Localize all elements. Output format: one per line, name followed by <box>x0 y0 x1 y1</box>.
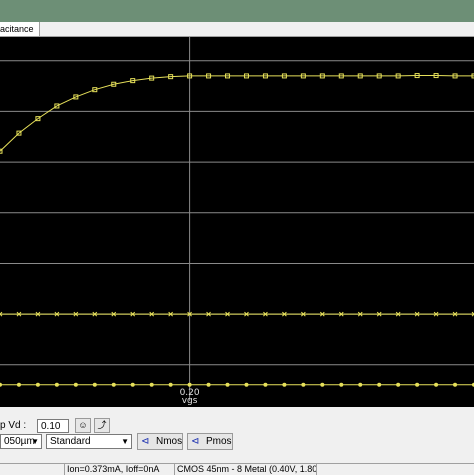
x-axis-label: vgs <box>182 396 198 406</box>
nmos-button[interactable]: ⊲ Nmos <box>137 433 183 450</box>
status-empty <box>316 464 474 475</box>
pmos-icon: ⊲ <box>191 436 200 447</box>
nmos-label: Nmos <box>156 436 183 447</box>
data-point <box>415 382 420 387</box>
model-value: Standard <box>50 436 91 447</box>
data-point <box>187 382 192 387</box>
tab-capacitance[interactable]: acitance <box>0 22 40 36</box>
smile-icon: ☺ <box>78 420 88 430</box>
data-point <box>92 382 97 387</box>
model-select[interactable]: Standard ▼ <box>46 434 132 449</box>
width-select[interactable]: 050µm ▼ <box>0 434 42 449</box>
tab-strip: acitance <box>0 22 474 37</box>
data-point <box>282 382 287 387</box>
series-line <box>0 75 474 152</box>
pmos-label: Pmos <box>206 436 232 447</box>
data-point <box>35 382 40 387</box>
data-point <box>206 382 211 387</box>
data-point <box>320 382 325 387</box>
status-technology: CMOS 45nm - 8 Metal (0.40V, 1.80V) <box>174 464 317 475</box>
data-point <box>244 382 249 387</box>
data-point <box>225 382 230 387</box>
data-point <box>377 382 382 387</box>
control-panel: p Vd : 0.10 ☺ ⤴ 050µm ▼ Standard ▼ ⊲ Nmo… <box>0 411 474 463</box>
data-point <box>263 382 268 387</box>
data-point <box>301 382 306 387</box>
curve-icon: ⤴ <box>97 420 107 430</box>
pmos-button[interactable]: ⊲ Pmos <box>187 433 233 450</box>
data-point <box>434 382 439 387</box>
data-point <box>168 382 173 387</box>
chevron-down-icon: ▼ <box>121 437 129 446</box>
data-point <box>396 382 401 387</box>
data-point <box>149 382 154 387</box>
data-point <box>453 382 458 387</box>
capacitance-chart: 0.20vgs <box>0 37 474 406</box>
vd-smile-button[interactable]: ☺ <box>75 418 91 433</box>
data-point <box>16 382 21 387</box>
data-point <box>73 382 78 387</box>
vd-label: p Vd : <box>0 420 27 431</box>
vd-input[interactable]: 0.10 <box>37 419 69 433</box>
data-point <box>339 382 344 387</box>
status-current: Ion=0.373mA, Ioff=0nA <box>64 464 175 475</box>
plot-area: 0.20 vgs <box>0 37 474 407</box>
data-point <box>0 382 2 387</box>
status-bar: Ion=0.373mA, Ioff=0nA CMOS 45nm - 8 Meta… <box>0 463 474 475</box>
trace-toggle-button[interactable]: ⤴ <box>94 418 110 433</box>
window-titlebar <box>0 0 474 22</box>
data-point <box>54 382 59 387</box>
chevron-down-icon: ▼ <box>31 437 39 446</box>
data-point <box>111 382 116 387</box>
nmos-icon: ⊲ <box>141 436 150 447</box>
data-point <box>130 382 135 387</box>
data-point <box>358 382 363 387</box>
